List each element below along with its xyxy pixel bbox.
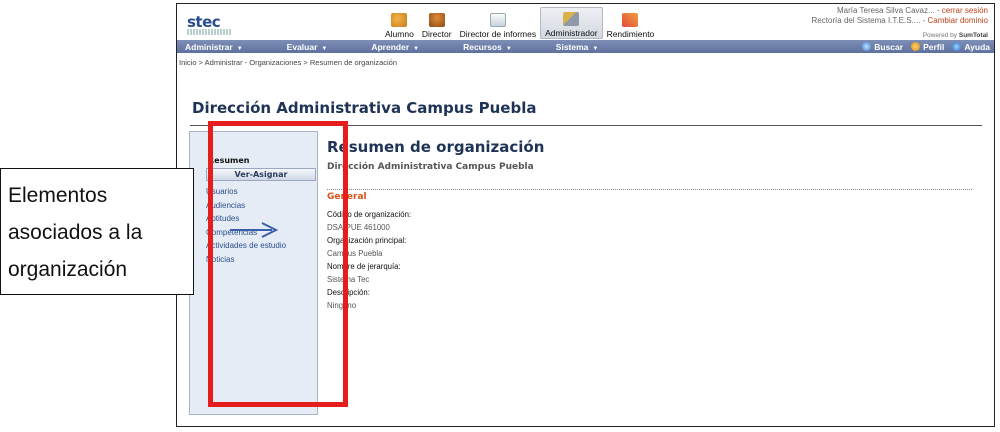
chevron-down-icon: ▼: [592, 45, 599, 52]
chevron-down-icon: ▼: [321, 45, 328, 52]
red-highlight-box: [208, 121, 348, 407]
profile-icon: [911, 42, 921, 51]
nav-ayuda[interactable]: Ayuda: [952, 42, 990, 52]
page-title: Dirección Administrativa Campus Puebla: [192, 99, 537, 117]
callout-line: Elementos: [8, 184, 108, 207]
dotted-divider: [327, 189, 972, 190]
role-director[interactable]: Director: [418, 7, 456, 39]
user-info: María Teresa Silva Cavaz... - cerrar ses…: [811, 6, 988, 26]
role-director-informes[interactable]: Director de informes: [456, 7, 541, 39]
chevron-down-icon: ▼: [505, 45, 512, 52]
nav-aprender[interactable]: Aprender ▼: [371, 42, 419, 52]
callout-line: organización: [8, 258, 128, 281]
summary-heading: Resumen de organización: [327, 138, 545, 156]
separator: -: [934, 6, 942, 15]
nav-utilities: Buscar Perfil Ayuda: [862, 40, 990, 53]
change-domain-link[interactable]: Cambiar dominio: [928, 16, 988, 25]
callout-line: asociados a la: [8, 221, 143, 244]
nav-administrar[interactable]: Administrar ▼: [185, 42, 243, 52]
nav-buscar[interactable]: Buscar: [862, 42, 903, 52]
chevron-down-icon: ▼: [236, 45, 243, 52]
role-administrador[interactable]: Administrador: [540, 7, 603, 39]
nav-recursos[interactable]: Recursos ▼: [463, 42, 512, 52]
role-rendimiento[interactable]: Rendimiento: [603, 7, 659, 39]
powered-by: Powered by SumTotal: [922, 32, 988, 39]
nav-perfil[interactable]: Perfil: [911, 42, 944, 52]
user-name: María Teresa Silva Cavaz...: [836, 6, 935, 15]
director-icon: [428, 13, 445, 27]
performance-icon: [622, 13, 639, 27]
role-alumno[interactable]: Alumno: [381, 7, 418, 39]
nav-evaluar[interactable]: Evaluar ▼: [287, 42, 328, 52]
annotation-callout: Elementos asociados a la organización: [0, 168, 194, 295]
header-bar: stec Alumno Director Director de informe…: [177, 4, 994, 40]
report-icon: [489, 13, 506, 27]
summary-subheading: Dirección Administrativa Campus Puebla: [327, 162, 534, 172]
nav-sistema[interactable]: Sistema ▼: [556, 42, 599, 52]
admin-tools-icon: [563, 12, 580, 26]
separator: -: [920, 16, 928, 25]
student-icon: [391, 13, 408, 27]
role-switcher: Alumno Director Director de informes Adm…: [381, 7, 658, 39]
main-nav: Administrar ▼ Evaluar ▼ Aprender ▼ Recursos…: [177, 40, 994, 53]
help-icon: [952, 42, 962, 51]
arrow-right-icon: [230, 222, 279, 238]
search-icon: [862, 42, 872, 51]
domain-name: Rectoría del Sistema I.T.E.S....: [811, 16, 921, 25]
breadcrumb[interactable]: Inicio > Administrar - Organizaciones > …: [179, 58, 397, 67]
logout-link[interactable]: cerrar sesión: [942, 6, 988, 15]
stec-logo: stec: [185, 9, 231, 37]
chevron-down-icon: ▼: [413, 45, 420, 52]
